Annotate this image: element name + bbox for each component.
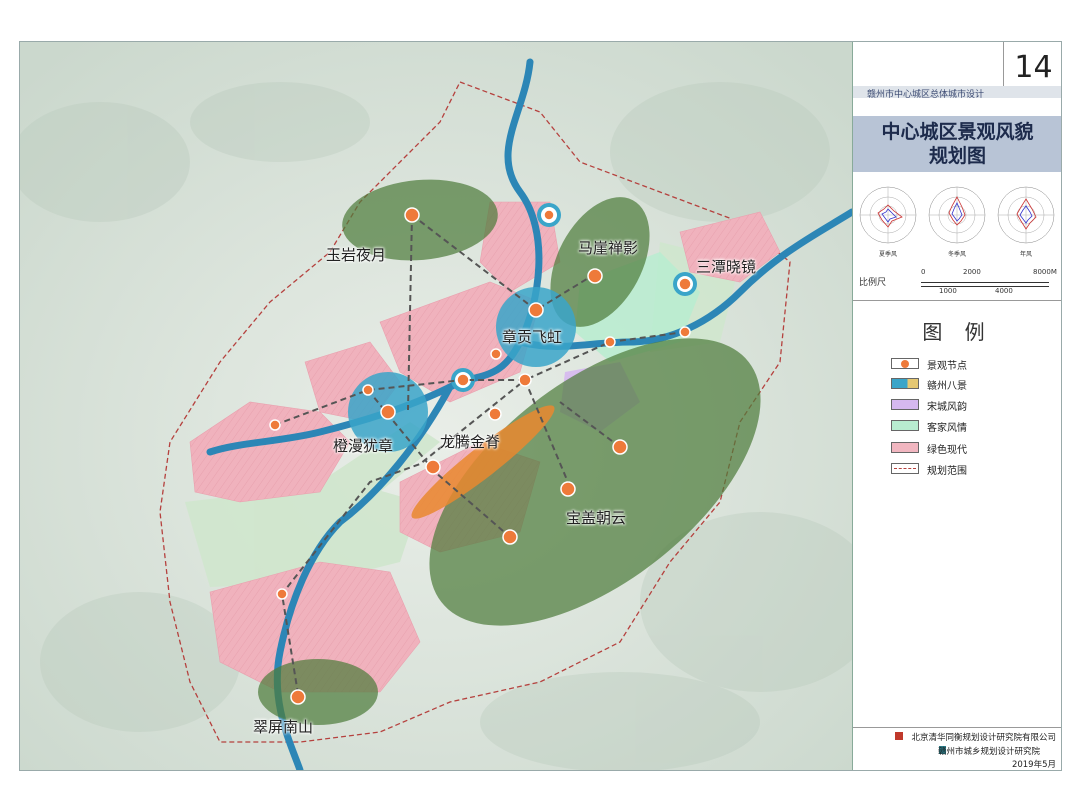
scale-label: 比例尺 [859,278,887,288]
label-longteng: 龙腾金脊 [440,433,501,451]
label-santan: 三潭晓镜 [696,258,757,276]
footer-divider [853,727,1061,728]
label-chengman: 橙漫犹章 [333,437,394,455]
legend-label-node: 景观节点 [927,361,967,372]
wind-rose-annual [997,186,1055,244]
scale-tick-4000: 4000 [995,287,1013,295]
scale-tick-1000: 1000 [939,287,957,295]
label-cuiping: 翠屏南山 [253,718,314,736]
legend-divider [853,300,1061,301]
label-maya: 马崖禅影 [578,239,639,257]
legend-label-song: 宋城风韵 [927,402,967,413]
legend-label-eight-views: 赣州八景 [927,381,967,392]
project-subtitle: 赣州市中心城区总体城市设计 [867,90,985,100]
scale-tick-2000: 2000 [963,268,981,276]
map-panel[interactable]: 玉岩夜月 马崖禅影 三潭晓镜 章贡飞虹 橙漫犹章 龙腾金脊 宝盖朝云 翠屏南山 [20,42,852,770]
legend-swatch-modern [891,442,919,453]
legend-swatch-song [891,399,919,410]
footer-date: 2019年5月 [1011,760,1056,770]
map-title: 中心城区景观风貌 规划图 [881,121,1034,167]
tsinghua-logo-icon [895,732,903,740]
rose-label-winter: 冬季风 [948,250,966,258]
scale-tick-0: 0 [921,268,926,276]
rose-label-annual: 年风 [1020,250,1032,258]
label-baogai: 宝盖朝云 [566,509,627,527]
legend-swatch-node [891,358,919,369]
legend-swatch-boundary [891,463,919,474]
rose-label-summer: 夏季风 [879,250,897,258]
legend-title: 图 例 [922,320,993,344]
legend-label-modern: 绿色现代 [927,445,967,456]
scale-tick-8000: 8000M [1033,268,1057,276]
landscape-map [20,42,852,770]
wind-rose-summer [859,186,917,244]
legend-swatch-hakka [891,420,919,431]
wind-roses: 夏季风 冬季风 年风 [859,186,1055,258]
legend-sidebar: 14 赣州市中心城区总体城市设计 中心城区景观风貌 规划图 夏季风 冬季风 年风… [852,42,1061,770]
footer-org1: 北京清华同衡规划设计研究院有限公司 [911,733,1056,743]
legend-label-hakka: 客家风情 [927,423,967,434]
label-zhanggong: 章贡飞虹 [502,328,563,346]
map-sheet: 玉岩夜月 马崖禅影 三潭晓镜 章贡飞虹 橙漫犹章 龙腾金脊 宝盖朝云 翠屏南山 … [19,41,1062,771]
legend-swatch-eight-views [891,378,919,389]
footer-org2: 赣州市城乡规划设计研究院 [937,747,1040,757]
label-yuyan: 玉岩夜月 [326,246,387,264]
wind-rose-winter [928,186,986,244]
legend-label-boundary: 规划范围 [927,466,967,477]
